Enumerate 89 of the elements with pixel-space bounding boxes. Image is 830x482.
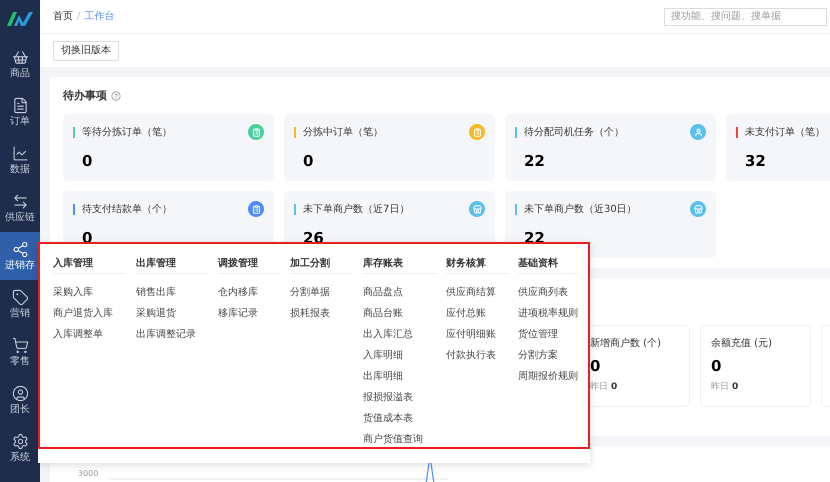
menu-item[interactable]: 报损报溢表 (363, 387, 446, 408)
menu-item[interactable]: 分割方案 (518, 345, 588, 366)
menu-item[interactable]: 商户退货入库 (53, 303, 136, 324)
card-label: 待支付结款单（个） (82, 202, 172, 216)
menu-item[interactable]: 出入库汇总 (363, 324, 446, 345)
card-label: 等待分拣订单（笔） (82, 126, 172, 140)
yesterday-label: 昨日 (590, 380, 608, 394)
yesterday-label: 昨日 (711, 380, 729, 394)
menu-heading: 加工分割 (290, 256, 353, 274)
menu-item[interactable]: 货位管理 (518, 324, 588, 345)
menu-heading: 财务核算 (446, 256, 508, 274)
menu-item[interactable]: 移库记录 (218, 303, 290, 324)
menu-item[interactable]: 货值成本表 (363, 408, 446, 429)
menu-heading: 调拨管理 (218, 256, 280, 274)
menu-heading: 入库管理 (53, 256, 126, 274)
line-chart-icon (12, 144, 28, 162)
menu-item[interactable]: 应付总账 (446, 303, 518, 324)
todo-card[interactable]: 待分配司机任务（个） 22 (505, 114, 716, 181)
card-label: 待分配司机任务（个） (524, 126, 624, 140)
menu-heading: 库存账表 (363, 256, 436, 274)
menu-item[interactable]: 损耗报表 (290, 303, 363, 324)
search-field[interactable]: 搜功能、搜问题、搜单据 (664, 8, 827, 26)
menu-item[interactable]: 采购入库 (53, 282, 136, 303)
stat-label: 余额充值 (元) (711, 336, 773, 351)
document-icon (12, 96, 28, 114)
todo-card[interactable]: 未支付订单（笔） 32 (726, 114, 830, 181)
todo-card[interactable]: 分拣中订单（笔） 0 (284, 114, 495, 181)
menu-heading: 基础资料 (518, 256, 578, 274)
basket-icon (12, 48, 28, 66)
card-value: 0 (303, 151, 314, 172)
menu-item[interactable]: 销售出库 (136, 282, 218, 303)
arrows-icon (12, 192, 28, 210)
menu-heading: 出库管理 (136, 256, 208, 274)
sidebar-item[interactable]: 营销 (0, 280, 40, 328)
yesterday-value: 0 (611, 380, 618, 394)
menu-item[interactable]: 商品台账 (363, 303, 446, 324)
axis-tick-label: 3000 (78, 468, 100, 480)
menu-item[interactable]: 进项税率规则 (518, 303, 588, 324)
menu-item[interactable]: 周期报价规则 (518, 366, 588, 387)
card-label: 分拣中订单（笔） (303, 126, 383, 140)
menu-item[interactable]: 供应商列表 (518, 282, 588, 303)
menu-item[interactable]: 供应商结算 (446, 282, 518, 303)
breadcrumb-separator: / (77, 10, 80, 24)
stat-value: 0 (590, 356, 602, 377)
sidebar-item[interactable]: 团长 (0, 376, 40, 424)
stat-label: 新增商户数 (个) (590, 336, 662, 351)
sidebar-item[interactable]: 零售 (0, 328, 40, 376)
menu-item[interactable]: 商户货值查询 (363, 429, 446, 450)
menu-item[interactable]: 出库调整记录 (136, 324, 218, 345)
menu-item[interactable]: 商品盘点 (363, 282, 446, 303)
menu-item[interactable]: 入库明细 (363, 345, 446, 366)
sidebar-item[interactable]: 供应链 (0, 184, 40, 232)
help-icon (111, 91, 121, 101)
share-icon (12, 240, 28, 258)
menu-item[interactable]: 采购退货 (136, 303, 218, 324)
menu-item[interactable]: 仓内移库 (218, 282, 290, 303)
card-value: 0 (82, 151, 94, 172)
user-circle-icon (12, 384, 28, 402)
clipboard-icon (469, 124, 485, 140)
menu-item[interactable]: 付款执行表 (446, 345, 518, 366)
todo-card[interactable]: 等待分拣订单（笔） 0 (63, 114, 274, 181)
sidebar-item[interactable]: 进销存 (0, 232, 40, 280)
switch-version-button[interactable]: 切换旧版本 (53, 40, 119, 60)
sidebar-item[interactable]: 系统 (0, 424, 40, 472)
sidebar-item[interactable]: 数据 (0, 136, 40, 184)
stat-value: 0 (711, 356, 722, 377)
card-label: 未下单商户数（近30日） (524, 202, 637, 216)
store-icon (469, 201, 485, 217)
breadcrumb-link[interactable]: 首页 (53, 9, 73, 24)
clipboard-icon (248, 201, 264, 217)
logo (7, 12, 33, 26)
user-icon (690, 124, 706, 140)
yesterday-value: 0 (732, 380, 738, 394)
settings-icon (12, 432, 28, 450)
sidebar-item[interactable]: 商品 (0, 40, 40, 88)
card-value: 22 (524, 151, 546, 172)
section-title: 待办事项 (63, 88, 107, 104)
card-value: 32 (745, 151, 767, 172)
cart-icon (12, 336, 28, 354)
store-icon (690, 201, 706, 217)
menu-item[interactable]: 入库调整单 (53, 324, 136, 345)
menu-item[interactable]: 出库明细 (363, 366, 446, 387)
card-label: 未支付订单（笔） (745, 126, 825, 140)
clipboard-icon (248, 124, 264, 140)
sidebar-item[interactable]: 订单 (0, 88, 40, 136)
menu-item[interactable]: 应付明细账 (446, 324, 518, 345)
menu-item[interactable]: 分割单据 (290, 282, 363, 303)
tag-icon (12, 288, 28, 306)
card-label: 未下单商户数（近7日） (303, 202, 410, 216)
